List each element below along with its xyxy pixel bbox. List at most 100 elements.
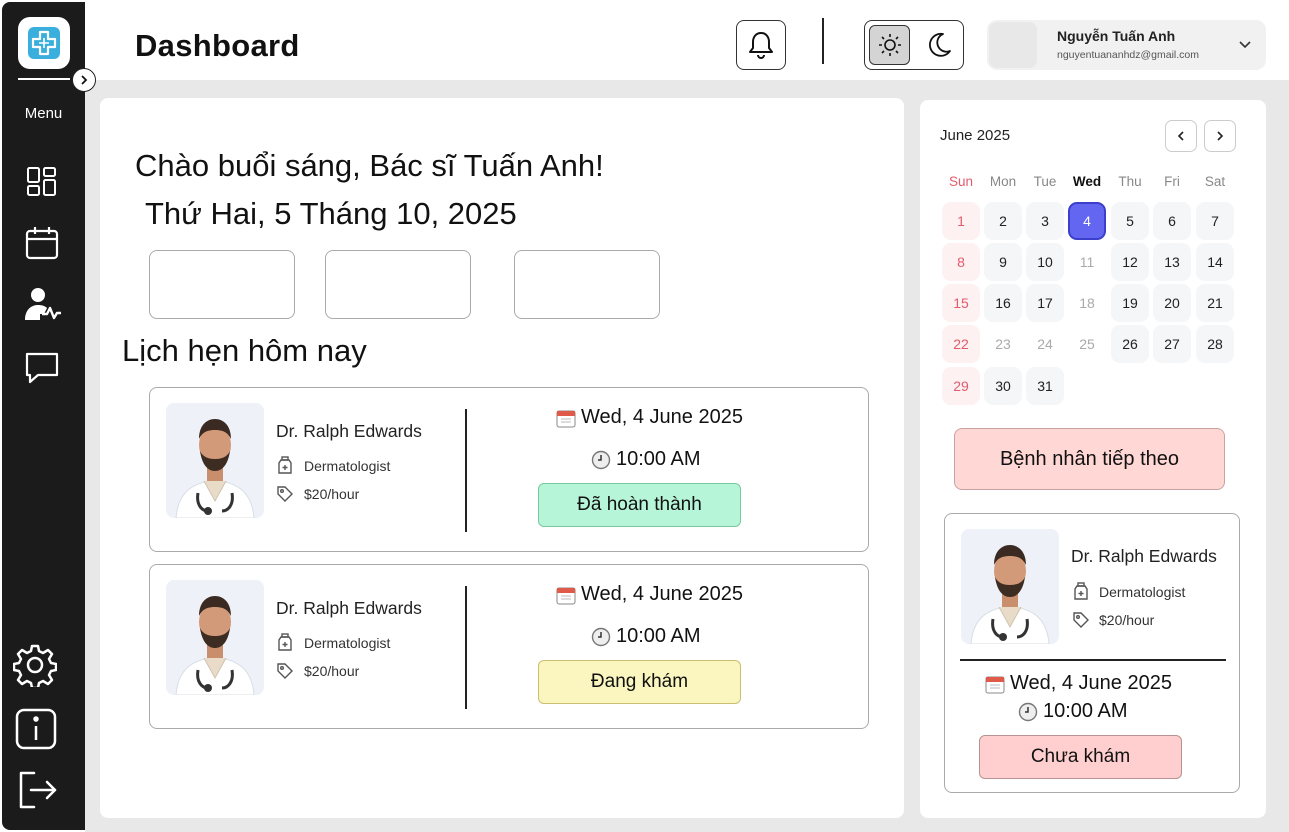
doctor-photo xyxy=(961,529,1059,644)
calendar-day[interactable]: 20 xyxy=(1153,284,1191,322)
page-title: Dashboard xyxy=(135,28,300,63)
calendar-prev-button[interactable] xyxy=(1165,120,1197,152)
sidebar-item-dashboard[interactable] xyxy=(20,160,64,204)
weekday-label: Fri xyxy=(1164,174,1180,189)
calendar-day[interactable]: 12 xyxy=(1111,243,1149,281)
dark-mode-button[interactable] xyxy=(918,25,959,65)
calendar-day[interactable]: 3 xyxy=(1026,202,1064,240)
weekday-label: Sat xyxy=(1204,174,1226,189)
greeting: Chào buổi sáng, Bác sĩ Tuấn Anh! xyxy=(135,148,604,183)
calendar-day[interactable]: 24 xyxy=(1026,325,1064,363)
calendar-day[interactable]: 22 xyxy=(942,325,980,363)
app-root: Menu Dashboard Nguyễn Tuấn Anh nguyentua… xyxy=(0,0,1289,832)
sidebar-item-settings[interactable] xyxy=(13,643,57,687)
current-date: Thứ Hai, 5 Tháng 10, 2025 xyxy=(145,196,517,231)
status-badge[interactable]: Đã hoàn thành xyxy=(538,483,741,527)
light-mode-button[interactable] xyxy=(869,25,910,65)
card-divider xyxy=(465,586,467,709)
calendar-day[interactable]: 29 xyxy=(942,367,980,405)
stat-card[interactable] xyxy=(325,250,471,319)
next-patient-button[interactable]: Bệnh nhân tiếp theo xyxy=(954,428,1225,490)
calendar-day[interactable]: 10 xyxy=(1026,243,1064,281)
sidebar-item-info[interactable] xyxy=(14,707,58,751)
sidebar-item-logout[interactable] xyxy=(16,768,60,812)
calendar-day[interactable]: 21 xyxy=(1196,284,1234,322)
chevron-right-icon xyxy=(81,75,88,85)
calendar-day[interactable]: 14 xyxy=(1196,243,1234,281)
doctor-photo xyxy=(166,580,264,695)
calendar-day[interactable]: 2 xyxy=(984,202,1022,240)
calendar-day[interactable]: 11 xyxy=(1068,243,1106,281)
calendar-day[interactable]: 7 xyxy=(1196,202,1234,240)
calendar-day[interactable]: 31 xyxy=(1026,367,1064,405)
calendar-day[interactable]: 16 xyxy=(984,284,1022,322)
status-badge[interactable]: Đang khám xyxy=(538,660,741,704)
calendar-day[interactable]: 13 xyxy=(1153,243,1191,281)
logout-icon xyxy=(19,771,57,809)
medicine-bottle-icon xyxy=(278,456,292,474)
info-icon xyxy=(15,708,57,750)
calendar-day[interactable]: 5 xyxy=(1111,202,1149,240)
app-logo[interactable] xyxy=(18,17,70,69)
calendar-day[interactable]: 17 xyxy=(1026,284,1064,322)
calendar-next-button[interactable] xyxy=(1204,120,1236,152)
calendar-day[interactable]: 23 xyxy=(984,325,1022,363)
calendar-day[interactable]: 6 xyxy=(1153,202,1191,240)
doctor-price: $20/hour xyxy=(304,663,360,679)
stat-card[interactable] xyxy=(514,250,660,319)
user-name: Nguyễn Tuấn Anh xyxy=(1057,28,1176,44)
sidebar-collapse-button[interactable] xyxy=(72,68,96,92)
calendar-day[interactable]: 15 xyxy=(942,284,980,322)
logo-divider xyxy=(18,78,70,80)
status-badge[interactable]: Chưa khám xyxy=(979,735,1182,779)
appointment-date-text: Wed, 4 June 2025 xyxy=(581,583,743,605)
price-tag-icon xyxy=(1073,612,1089,628)
card-divider xyxy=(465,409,467,532)
doctor-price: $20/hour xyxy=(1099,612,1155,628)
doctor-name: Dr. Ralph Edwards xyxy=(1071,546,1217,566)
appointment-time: 10:00 AM xyxy=(1018,700,1128,723)
calendar-day[interactable]: 26 xyxy=(1111,325,1149,363)
next-patient-card[interactable]: Dr. Ralph Edwards Dermatologist $20/hour… xyxy=(944,513,1240,793)
patient-monitor-icon xyxy=(25,288,61,320)
calendar-emoji-icon xyxy=(985,676,1005,693)
sidebar-item-messages[interactable] xyxy=(20,346,64,390)
weekday-label: Sun xyxy=(948,174,974,189)
appointment-time-text: 10:00 AM xyxy=(616,625,701,647)
price-tag-icon xyxy=(277,486,293,502)
calendar-emoji-icon xyxy=(556,410,576,427)
doctor-price: $20/hour xyxy=(304,486,360,502)
doctor-name: Dr. Ralph Edwards xyxy=(276,421,422,441)
theme-toggle xyxy=(864,20,964,70)
clock-icon xyxy=(591,450,611,469)
weekday-label: Mon xyxy=(989,174,1017,189)
notifications-button[interactable] xyxy=(736,20,786,70)
calendar-day[interactable]: 9 xyxy=(984,243,1022,281)
sidebar-item-calendar[interactable] xyxy=(20,221,64,265)
calendar-day-selected[interactable]: 4 xyxy=(1068,202,1106,240)
calendar-month: June 2025 xyxy=(940,127,1011,144)
calendar-day[interactable]: 30 xyxy=(984,367,1022,405)
weekday-label: Tue xyxy=(1033,174,1057,189)
medicine-bottle-icon xyxy=(1074,582,1088,600)
calendar-day[interactable]: 28 xyxy=(1196,325,1234,363)
appointment-date: Wed, 4 June 2025 xyxy=(985,672,1172,695)
calendar-day[interactable]: 25 xyxy=(1068,325,1106,363)
sidebar-item-patients[interactable] xyxy=(20,282,64,326)
calendar-emoji-icon xyxy=(556,587,576,604)
appointment-card[interactable]: Dr. Ralph Edwards Dermatologist $20/hour… xyxy=(149,564,869,729)
calendar-day[interactable]: 8 xyxy=(942,243,980,281)
appointment-date: Wed, 4 June 2025 xyxy=(556,406,743,429)
calendar-day[interactable]: 27 xyxy=(1153,325,1191,363)
chat-icon xyxy=(25,352,59,384)
calendar-day[interactable]: 19 xyxy=(1111,284,1149,322)
header-divider xyxy=(822,18,824,64)
appointment-time-text: 10:00 AM xyxy=(616,448,701,470)
appointment-card[interactable]: Dr. Ralph Edwards Dermatologist $20/hour… xyxy=(149,387,869,552)
user-menu[interactable]: Nguyễn Tuấn Anh nguyentuananhdz@gmail.co… xyxy=(987,20,1266,70)
calendar-day[interactable]: 18 xyxy=(1068,284,1106,322)
doctor-specialty: Dermatologist xyxy=(304,458,391,474)
price-tag-icon xyxy=(277,663,293,679)
stat-card[interactable] xyxy=(149,250,295,319)
calendar-day[interactable]: 1 xyxy=(942,202,980,240)
